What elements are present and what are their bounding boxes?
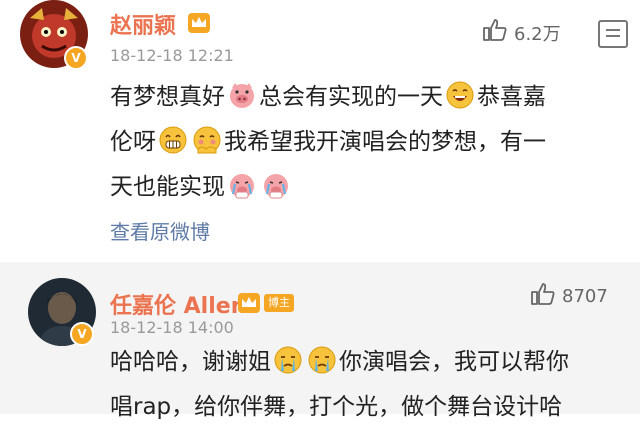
thumbs-up-icon (482, 18, 508, 47)
like-button[interactable]: 6.2万 (482, 18, 561, 47)
pig-cry-emoji (227, 170, 257, 200)
comment-timestamp: 18-12-18 12:21 (110, 46, 234, 65)
verified-v-icon: V (64, 46, 88, 70)
comment-line: 唱rap，给你伴舞，打个光，做个舞台设计哈 (110, 385, 630, 430)
cry-emoji (307, 345, 337, 375)
crown-icon (187, 12, 211, 38)
view-original-link[interactable]: 查看原微博 (110, 216, 210, 245)
crown-icon (237, 292, 261, 318)
blush-emoji (192, 125, 222, 155)
like-button[interactable]: 8707 (530, 282, 608, 311)
comment-line: 哈哈哈，谢谢姐 你演唱会，我可以帮你 (110, 340, 630, 385)
like-count: 6.2万 (514, 23, 561, 45)
comment-icon[interactable] (598, 20, 628, 48)
pig-cry-emoji (261, 170, 291, 200)
comment-text: 有梦想真好 (110, 84, 225, 110)
like-count: 8707 (562, 286, 608, 307)
comment-text: 伦呀 (110, 129, 156, 155)
comment-card-2: V 任嘉伦 Allen 博主 18-12-18 14:00 8707 哈哈哈，谢… (0, 262, 640, 420)
comment-card-1: V 赵丽颖 18-12-18 12:21 6.2万 有梦想真好 总会有实现的一天 恭… (0, 0, 640, 262)
comment-text: 唱rap，给你伴舞，打个光，做个舞台设计哈 (110, 394, 563, 420)
pig-face-emoji (227, 80, 257, 110)
verified-v-icon: V (70, 322, 94, 346)
username[interactable]: 任嘉伦 Allen (110, 288, 246, 320)
thumbs-up-icon (530, 282, 556, 311)
comment-timestamp: 18-12-18 14:00 (110, 318, 234, 337)
comment-line: 有梦想真好 总会有实现的一天 恭喜嘉 (110, 75, 630, 120)
comment-body: 有梦想真好 总会有实现的一天 恭喜嘉伦呀 我希望我开演唱会的梦想，有一天也能实现 (110, 75, 630, 210)
comment-text: 天也能实现 (110, 174, 225, 200)
laugh-emoji (445, 80, 475, 110)
comment-body: 哈哈哈，谢谢姐 你演唱会，我可以帮你唱rap，给你伴舞，打个光，做个舞台设计哈 (110, 340, 630, 430)
comment-line: 伦呀 我希望我开演唱会的梦想，有一 (110, 120, 630, 165)
comment-text: 总会有实现的一天 (259, 84, 443, 110)
username[interactable]: 赵丽颖 (110, 8, 176, 40)
comment-text: 我希望我开演唱会的梦想，有一 (224, 129, 546, 155)
comment-text: 哈哈哈，谢谢姐 (110, 349, 271, 375)
blogger-badge: 博主 (264, 294, 294, 312)
cry-emoji (273, 345, 303, 375)
grin-emoji (158, 125, 188, 155)
comment-text: 恭喜嘉 (477, 84, 546, 110)
comment-line: 天也能实现 (110, 165, 630, 210)
comment-text: 你演唱会，我可以帮你 (339, 349, 569, 375)
